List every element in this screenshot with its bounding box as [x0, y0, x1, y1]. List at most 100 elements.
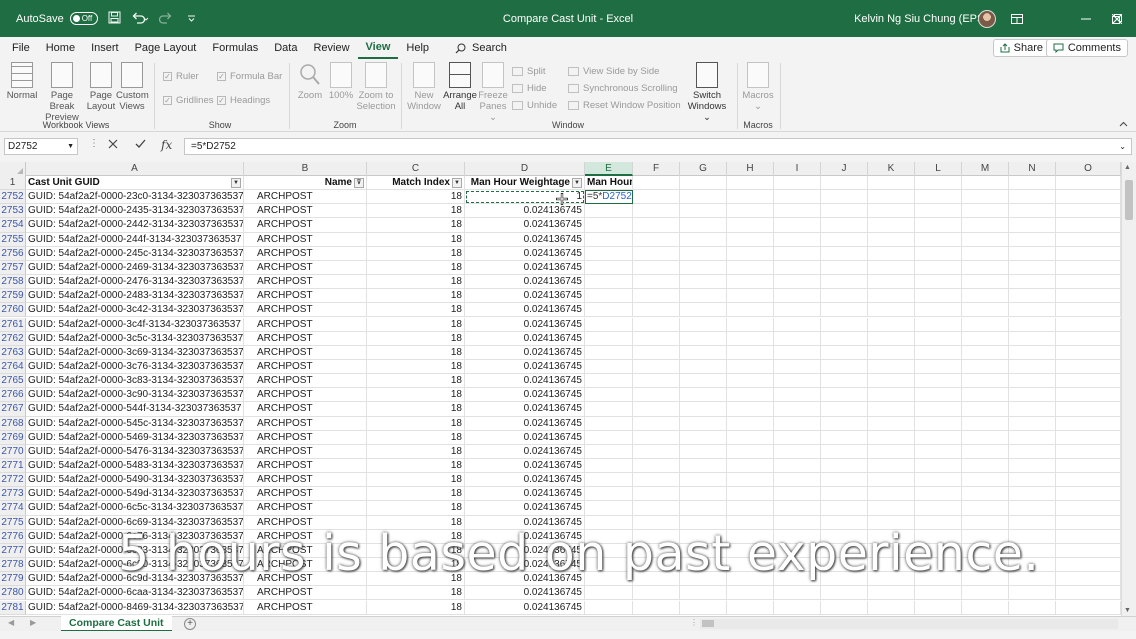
- empty-cell[interactable]: [868, 543, 915, 559]
- empty-cell[interactable]: [868, 501, 915, 516]
- cell-weightage[interactable]: 0.024136745: [465, 289, 585, 304]
- ribbon-display-icon[interactable]: [1002, 0, 1032, 37]
- expand-formula-icon[interactable]: ⌄: [1119, 139, 1126, 154]
- empty-cell[interactable]: [821, 572, 868, 587]
- empty-cell[interactable]: [727, 515, 774, 530]
- row-number[interactable]: 2774: [0, 501, 26, 516]
- cell-match-index[interactable]: 18: [367, 572, 465, 587]
- empty-cell[interactable]: [633, 416, 680, 431]
- empty-cell[interactable]: [1009, 416, 1056, 431]
- empty-cell[interactable]: [774, 303, 821, 318]
- horizontal-scroll-thumb[interactable]: [702, 620, 714, 627]
- empty-cell[interactable]: [915, 430, 962, 445]
- empty-cell[interactable]: [821, 303, 868, 318]
- cell-guid[interactable]: GUID: 54af2a2f-0000-8469-3134-3230373635…: [26, 600, 244, 615]
- cell-match-index[interactable]: 18: [367, 416, 465, 431]
- empty-cell[interactable]: [868, 586, 915, 601]
- empty-cell[interactable]: [962, 444, 1009, 459]
- empty-cell[interactable]: [962, 558, 1009, 573]
- empty-cell[interactable]: [915, 473, 962, 488]
- column-header-d[interactable]: D: [465, 162, 585, 176]
- empty-cell[interactable]: [915, 543, 962, 559]
- empty-cell[interactable]: [727, 444, 774, 459]
- cell-match-index[interactable]: 18: [367, 246, 465, 261]
- empty-cell[interactable]: [1056, 190, 1121, 205]
- empty-cell[interactable]: [1056, 543, 1121, 559]
- empty-cell[interactable]: [1009, 558, 1056, 573]
- cell-man-hour[interactable]: [585, 204, 633, 219]
- empty-cell[interactable]: [868, 515, 915, 530]
- cell-name[interactable]: ARCHPOST: [244, 600, 367, 615]
- cell-name[interactable]: ARCHPOST: [244, 204, 367, 219]
- empty-cell[interactable]: [774, 275, 821, 290]
- empty-cell[interactable]: [1009, 246, 1056, 261]
- cell-weightage[interactable]: 0.024136745: [465, 501, 585, 516]
- comments-button[interactable]: Comments: [1045, 39, 1128, 57]
- cell-name[interactable]: ARCHPOST: [244, 529, 367, 544]
- empty-cell[interactable]: [1056, 260, 1121, 276]
- cell-man-hour[interactable]: [585, 543, 633, 559]
- cell-guid[interactable]: GUID: 54af2a2f-0000-3c69-3134-3230373635…: [26, 345, 244, 360]
- view-side-by-side-button[interactable]: View Side by Side: [568, 66, 659, 77]
- empty-cell[interactable]: [680, 331, 727, 346]
- empty-cell[interactable]: [680, 232, 727, 247]
- cell-weightage[interactable]: 0.024136745: [465, 359, 585, 375]
- empty-cell[interactable]: [1056, 515, 1121, 530]
- empty-cell[interactable]: [1009, 444, 1056, 459]
- empty-cell[interactable]: [962, 232, 1009, 247]
- cell-weightage[interactable]: 0.024136745: [465, 543, 585, 559]
- ruler-checkbox[interactable]: ✓ Ruler: [163, 71, 199, 82]
- empty-cell[interactable]: [774, 487, 821, 502]
- cell-match-index[interactable]: 18: [367, 430, 465, 445]
- tab-data[interactable]: Data: [266, 37, 305, 59]
- empty-cell[interactable]: [821, 459, 868, 474]
- empty-cell[interactable]: [1009, 204, 1056, 219]
- empty-cell[interactable]: [633, 586, 680, 601]
- cell-guid[interactable]: GUID: 54af2a2f-0000-5483-3134-3230373635…: [26, 459, 244, 474]
- empty-cell[interactable]: [633, 176, 680, 191]
- row-number[interactable]: 2754: [0, 218, 26, 233]
- autosave-toggle[interactable]: Off: [69, 12, 98, 25]
- empty-cell[interactable]: [1009, 586, 1056, 601]
- normal-view-button[interactable]: Normal: [6, 62, 38, 101]
- cell-weightage[interactable]: 0.024136745: [465, 402, 585, 417]
- cell-match-index[interactable]: 18: [367, 600, 465, 615]
- cell-guid[interactable]: GUID: 54af2a2f-0000-6c69-3134-3230373635…: [26, 515, 244, 530]
- cell-match-index[interactable]: 18: [367, 388, 465, 403]
- empty-cell[interactable]: [727, 246, 774, 261]
- empty-cell[interactable]: [1009, 275, 1056, 290]
- cell-name[interactable]: ARCHPOST: [244, 374, 367, 389]
- hide-button[interactable]: Hide: [512, 83, 547, 94]
- horizontal-scrollbar[interactable]: [700, 619, 1118, 629]
- empty-cell[interactable]: [1009, 289, 1056, 304]
- enter-check-icon[interactable]: [135, 138, 146, 152]
- prev-sheet-icon[interactable]: ◀: [8, 618, 14, 627]
- cell-match-index[interactable]: 18: [367, 345, 465, 360]
- more-options-icon[interactable]: ⋮: [89, 138, 99, 149]
- empty-cell[interactable]: [633, 275, 680, 290]
- empty-cell[interactable]: [1009, 176, 1056, 191]
- empty-cell[interactable]: [680, 289, 727, 304]
- formula-bar-checkbox[interactable]: ✓ Formula Bar: [217, 71, 282, 82]
- chevron-down-icon[interactable]: ▼: [67, 139, 74, 154]
- column-header-b[interactable]: B: [244, 162, 367, 176]
- cell-man-hour[interactable]: [585, 586, 633, 601]
- cell-match-index[interactable]: 18: [367, 473, 465, 488]
- row-number[interactable]: 2779: [0, 572, 26, 587]
- empty-cell[interactable]: [962, 190, 1009, 205]
- cell-match-index[interactable]: 18: [367, 190, 465, 205]
- empty-cell[interactable]: [915, 515, 962, 530]
- empty-cell[interactable]: [1056, 176, 1121, 191]
- row-number[interactable]: 2768: [0, 416, 26, 431]
- empty-cell[interactable]: [1056, 558, 1121, 573]
- cell-match-index[interactable]: 18: [367, 303, 465, 318]
- cell-man-hour[interactable]: [585, 218, 633, 233]
- empty-cell[interactable]: [727, 558, 774, 573]
- cell-guid[interactable]: GUID: 54af2a2f-0000-6c83-3134-3230373635…: [26, 543, 244, 559]
- collapse-ribbon-icon[interactable]: [1119, 119, 1128, 129]
- empty-cell[interactable]: [915, 331, 962, 346]
- empty-cell[interactable]: [727, 317, 774, 332]
- cell-man-hour[interactable]: [585, 289, 633, 304]
- cell-man-hour[interactable]: [585, 444, 633, 459]
- empty-cell[interactable]: [633, 303, 680, 318]
